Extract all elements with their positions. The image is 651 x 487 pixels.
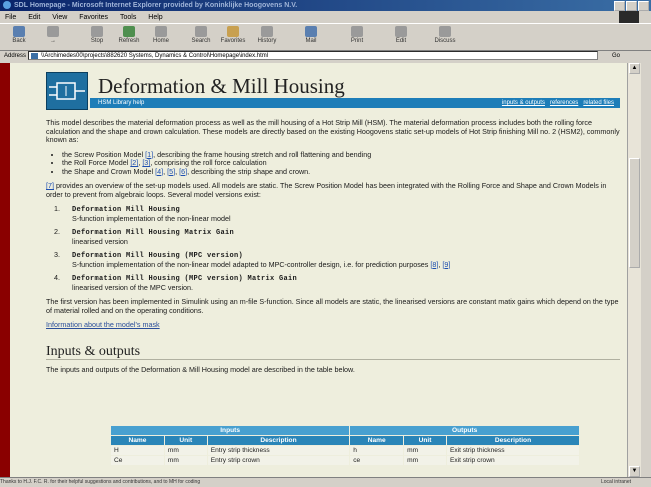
list-item: 1. Deformation Mill Housing S-function imp… xyxy=(54,204,231,223)
windows-logo-icon xyxy=(619,11,639,23)
edit-icon xyxy=(395,26,407,37)
table-row: Ce mm Entry strip crown ce mm Exit strip… xyxy=(110,455,581,466)
outputs-group-header: Outputs xyxy=(349,425,580,436)
model-description: S-function implementation of the non-lin… xyxy=(72,213,231,223)
page-icon xyxy=(31,53,38,59)
list-item: 3. Deformation Mill Housing (MPC version)… xyxy=(54,250,451,269)
page-title: Deformation & Mill Housing xyxy=(98,74,345,98)
history-icon xyxy=(261,26,273,37)
intro-paragraph: This model describes the material deform… xyxy=(46,118,620,144)
menu-bar: File Edit View Favorites Tools Help xyxy=(0,11,651,23)
refresh-button[interactable]: Refresh xyxy=(114,26,144,44)
inputs-outputs-link[interactable]: inputs & outputs xyxy=(502,100,545,106)
inputs-group-header: Inputs xyxy=(109,425,351,436)
back-button[interactable]: Back xyxy=(4,26,34,44)
back-arrow-icon xyxy=(13,26,25,37)
column-header: Description xyxy=(206,435,351,446)
model-versions-list: 1. Deformation Mill Housing S-function imp… xyxy=(46,204,620,292)
first-version-paragraph: The first version has been implemented i… xyxy=(46,297,619,315)
io-intro: The inputs and outputs of the Deformatio… xyxy=(46,365,355,374)
menu-help[interactable]: Help xyxy=(148,14,162,21)
column-header: Name xyxy=(349,435,405,446)
stop-icon xyxy=(91,26,103,37)
help-band: HSM Library help inputs & outputs referen… xyxy=(90,98,620,108)
close-button[interactable] xyxy=(638,1,649,11)
right-frame-strip xyxy=(641,63,651,477)
scroll-thumb[interactable] xyxy=(629,158,640,268)
discuss-icon xyxy=(439,26,451,37)
discuss-button[interactable]: Discuss xyxy=(430,26,460,44)
vertical-scrollbar[interactable]: ▲ ▼ xyxy=(627,63,641,477)
stop-button[interactable]: Stop xyxy=(82,26,112,44)
home-icon xyxy=(155,26,167,37)
home-button[interactable]: Home xyxy=(146,26,176,44)
minimize-button[interactable] xyxy=(614,1,625,11)
column-header: Description xyxy=(445,435,581,446)
setup-models-list: the Screw Position Model [1], describing… xyxy=(62,150,620,177)
maximize-button[interactable] xyxy=(626,1,637,11)
left-frame-strip xyxy=(0,63,10,477)
favorites-button[interactable]: Favorites xyxy=(218,26,248,44)
browser-toolbar: Back → Stop Refresh Home Search Favorite… xyxy=(0,23,651,51)
model-description: linearised version xyxy=(72,236,128,246)
address-label: Address xyxy=(4,53,27,59)
favorites-icon xyxy=(227,26,239,37)
status-text: Thanks to H.J. F.C. R. for their helpful… xyxy=(0,479,201,485)
history-button[interactable]: History xyxy=(252,26,282,44)
mail-button[interactable]: Mail xyxy=(296,26,326,44)
window-titlebar: SDL Homepage - Microsoft Internet Explor… xyxy=(0,0,651,11)
section-divider xyxy=(46,359,620,360)
window-title: SDL Homepage - Microsoft Internet Explor… xyxy=(14,2,298,9)
print-button[interactable]: Print xyxy=(342,26,372,44)
circuit-logo-icon xyxy=(46,72,88,110)
menu-tools[interactable]: Tools xyxy=(120,14,136,21)
menu-file[interactable]: File xyxy=(5,14,16,21)
search-button[interactable]: Search xyxy=(186,26,216,44)
reference-link[interactable]: [9] xyxy=(442,260,450,269)
column-header: Unit xyxy=(163,435,208,446)
reference-link[interactable]: [4] xyxy=(155,167,163,176)
ie-logo-icon xyxy=(3,1,11,9)
page-header: Deformation & Mill Housing HSM Library h… xyxy=(46,72,620,112)
print-icon xyxy=(351,26,363,37)
reference-link[interactable]: [8] xyxy=(430,260,438,269)
address-bar: Address \\Archimedes00\projects\882620 S… xyxy=(0,50,651,62)
menu-favorites[interactable]: Favorites xyxy=(79,14,108,21)
mask-info-link[interactable]: Information about the model's mask xyxy=(46,320,160,329)
refresh-icon xyxy=(123,26,135,37)
search-icon xyxy=(195,26,207,37)
reference-link[interactable]: [6] xyxy=(179,167,187,176)
column-header: Unit xyxy=(403,435,447,446)
scroll-down-icon[interactable]: ▼ xyxy=(629,466,640,477)
io-heading: Inputs & outputs xyxy=(46,343,141,359)
reference-link[interactable]: [5] xyxy=(167,167,175,176)
page-content: This model describes the material deform… xyxy=(46,118,620,381)
page-viewport: Deformation & Mill Housing HSM Library h… xyxy=(10,63,627,477)
column-header: Name xyxy=(110,435,165,446)
references-link[interactable]: references xyxy=(550,100,578,106)
mail-icon xyxy=(305,26,317,37)
library-help-label: HSM Library help xyxy=(98,100,145,106)
related-files-link[interactable]: related files xyxy=(583,100,614,106)
table-row: H mm Entry strip thickness h mm Exit str… xyxy=(110,445,581,456)
list-item: 4. Deformation Mill Housing (MPC version)… xyxy=(54,273,298,292)
forward-arrow-icon xyxy=(47,26,59,37)
address-input[interactable]: \\Archimedes00\projects\882620 Systems, … xyxy=(28,51,598,60)
model-description: linearised version of the MPC version. xyxy=(72,282,194,292)
overview-paragraph: [7] provides an overview of the set-up m… xyxy=(46,181,607,199)
forward-button[interactable]: → xyxy=(38,26,68,44)
model-description: S-function implementation of the non-lin… xyxy=(72,259,431,269)
io-table: Inputs Outputs Name Unit Description Nam… xyxy=(109,425,581,466)
list-item: 2. Deformation Mill Housing Matrix Gain li… xyxy=(54,227,235,246)
edit-button[interactable]: Edit xyxy=(386,26,416,44)
scroll-up-icon[interactable]: ▲ xyxy=(629,63,640,74)
go-button[interactable]: Go xyxy=(612,50,620,62)
address-url: \\Archimedes00\projects\882620 Systems, … xyxy=(41,53,269,59)
menu-edit[interactable]: Edit xyxy=(28,14,40,21)
list-item: the Shape and Crown Model [4], [5], [6],… xyxy=(62,167,620,177)
menu-view[interactable]: View xyxy=(52,14,67,21)
